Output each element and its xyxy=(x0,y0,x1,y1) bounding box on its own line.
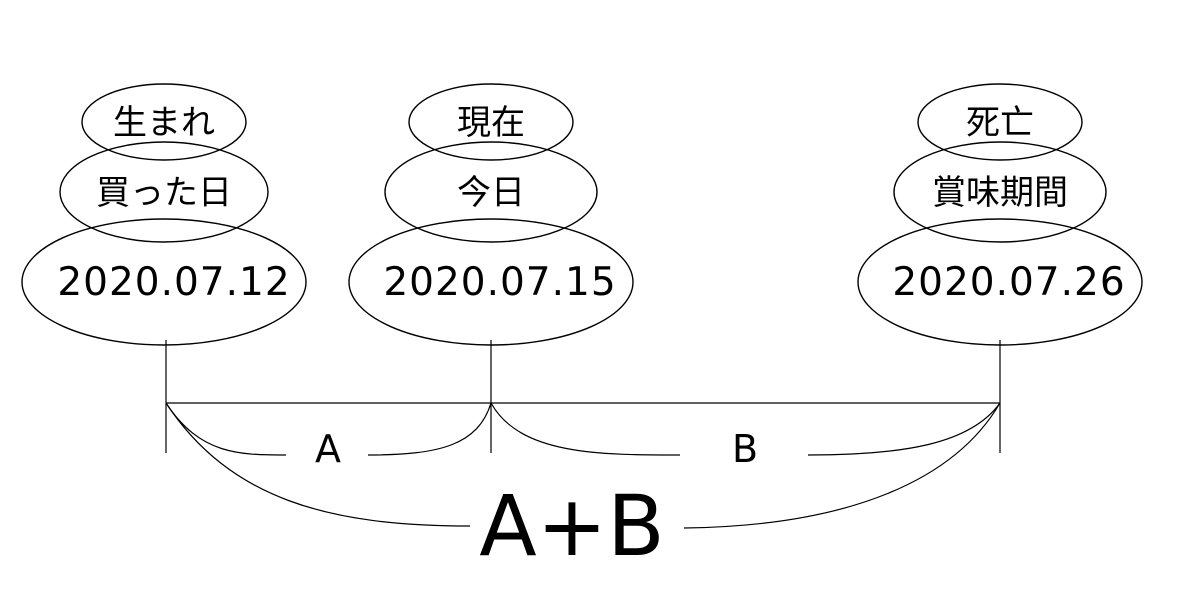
segment-a-label: A xyxy=(315,427,341,471)
top-label: 死亡 xyxy=(966,103,1034,143)
column-birth: 生まれ 買った日 2020.07.12 xyxy=(21,83,307,346)
top-label: 生まれ xyxy=(113,103,215,143)
timeline-diagram: 生まれ 買った日 2020.07.12 現在 今日 2020.07.15 死亡 … xyxy=(21,83,1143,575)
date-label: 2020.07.26 xyxy=(892,260,1125,305)
segment-b-label: B xyxy=(732,427,758,471)
mid-label: 買った日 xyxy=(96,173,232,213)
brace-a-right xyxy=(367,402,492,456)
column-present: 現在 今日 2020.07.15 xyxy=(348,83,634,346)
date-label: 2020.07.12 xyxy=(57,260,290,305)
date-label: 2020.07.15 xyxy=(383,260,616,305)
total-label: A+B xyxy=(479,477,664,575)
brace-b-left xyxy=(490,402,681,456)
mid-label: 賞味期間 xyxy=(932,173,1068,213)
top-label: 現在 xyxy=(457,103,525,143)
mid-label: 今日 xyxy=(457,173,525,213)
brace-a-left xyxy=(165,402,287,456)
brace-b-right xyxy=(807,402,1001,456)
column-death: 死亡 賞味期間 2020.07.26 xyxy=(857,83,1143,346)
